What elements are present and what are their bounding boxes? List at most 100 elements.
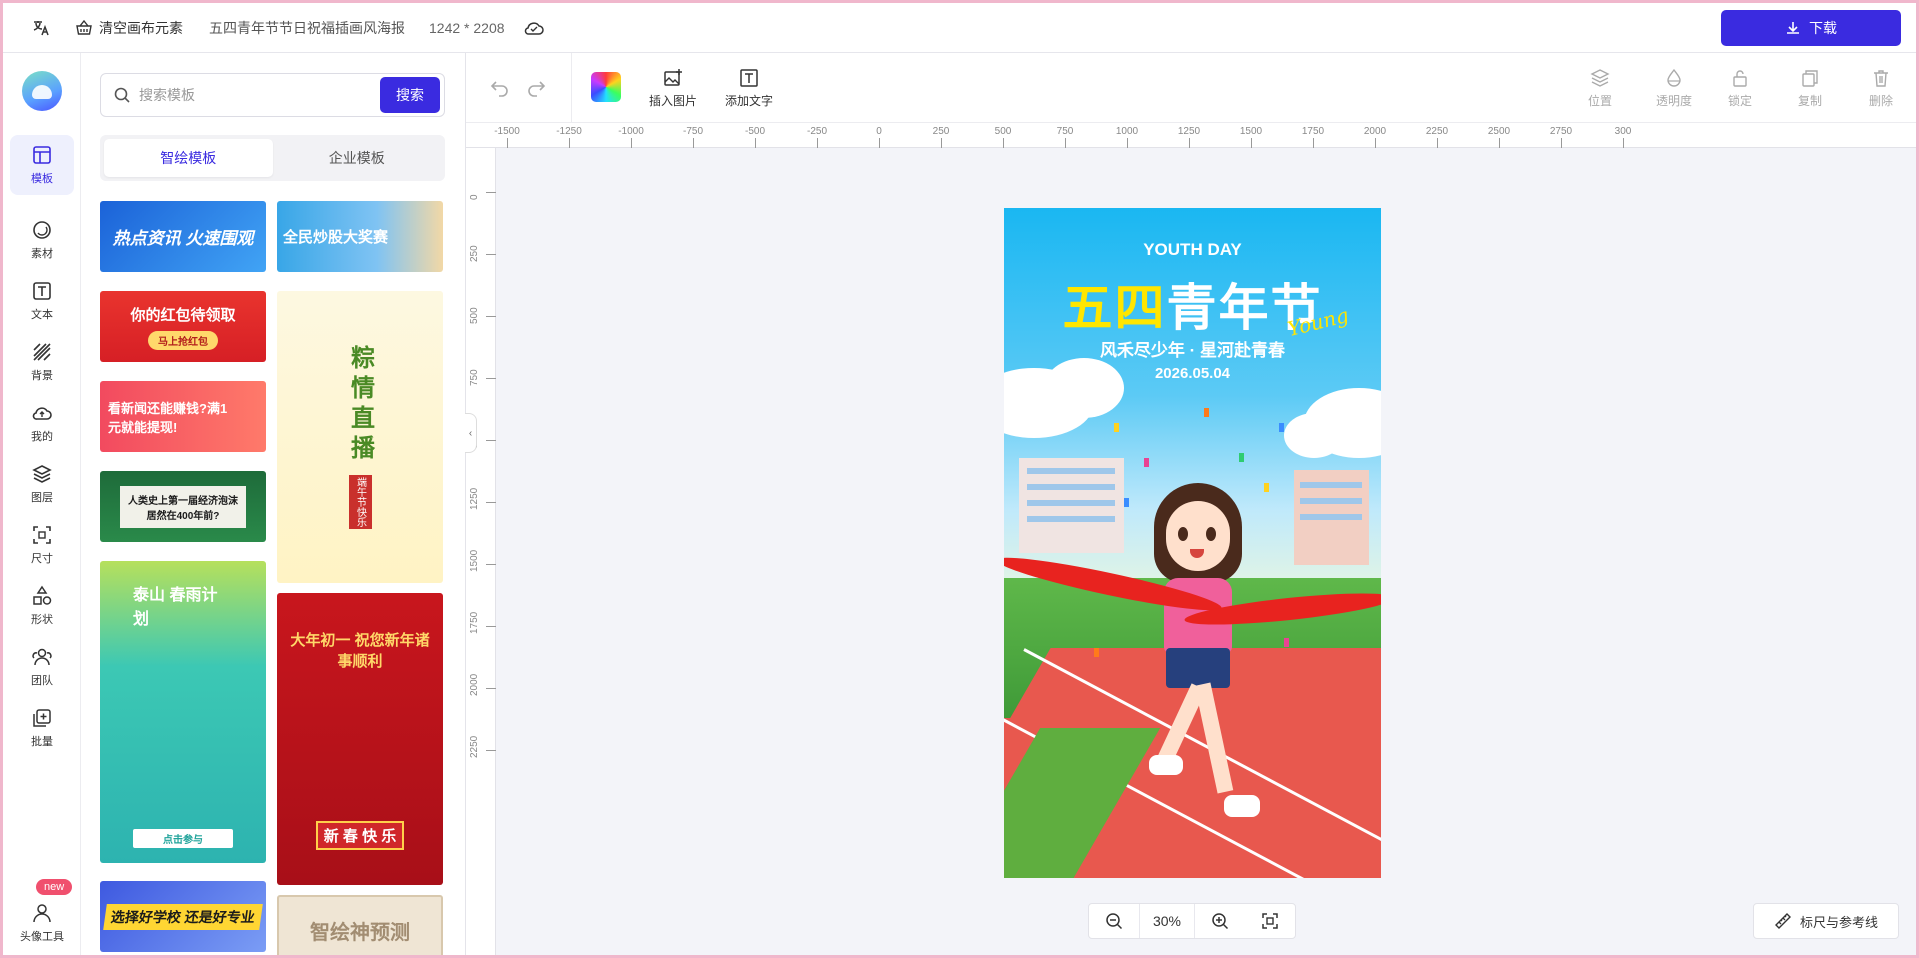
- template-card[interactable]: 热点资讯 火速围观: [100, 201, 266, 272]
- opacity-button[interactable]: 透明度: [1656, 68, 1692, 109]
- vertical-ruler[interactable]: 0250500750100012501500175020002250: [466, 148, 496, 955]
- nav-materials[interactable]: 素材: [10, 210, 74, 270]
- card-title: 选择好学校 还是好专业: [103, 903, 263, 930]
- template-card[interactable]: 选择好学校 还是好专业: [100, 881, 266, 952]
- editor-toolbar: 插入图片 添加文字 位置 透明度 锁定 复制 删除: [466, 53, 1916, 123]
- template-card[interactable]: 智绘神预测: [277, 895, 443, 955]
- app-logo[interactable]: [22, 71, 62, 111]
- template-card[interactable]: 你的红包待领取 马上抢红包: [100, 291, 266, 362]
- card-subtitle: 新 春 快 乐: [315, 820, 405, 850]
- nav-background[interactable]: 背景: [10, 332, 74, 392]
- zoom-level[interactable]: 30%: [1139, 904, 1195, 938]
- collapse-panel-toggle[interactable]: ‹: [465, 413, 477, 453]
- copy-icon: [1802, 70, 1818, 87]
- download-button[interactable]: 下载: [1721, 10, 1901, 46]
- template-card[interactable]: 看新闻还能赚钱?满1元就能提现!: [100, 381, 266, 452]
- confetti: [1264, 483, 1269, 492]
- color-picker-button[interactable]: [591, 72, 621, 102]
- nav-templates[interactable]: 模板: [10, 135, 74, 195]
- opacity-label: 透明度: [1656, 94, 1693, 108]
- ruler-h-label: 750: [1056, 126, 1074, 137]
- horizontal-ruler[interactable]: -1500 -1250 -1000 -750 -500 -250 0 250 500 750 100…: [466, 123, 1916, 148]
- zoom-in-icon: [1212, 913, 1229, 930]
- ruler-v-label: 750: [469, 369, 480, 386]
- building-windows: [1027, 468, 1115, 474]
- tab-enterprise-templates[interactable]: 企业模板: [273, 139, 442, 177]
- ruler-v-tick: [486, 564, 496, 565]
- ruler-h-tick: [941, 138, 942, 148]
- nav-team[interactable]: 团队: [10, 637, 74, 697]
- confetti: [1279, 423, 1284, 432]
- search-input[interactable]: [139, 87, 380, 103]
- delete-button[interactable]: 删除: [1869, 68, 1893, 109]
- cloud-upload-icon: [32, 407, 52, 420]
- translate-icon[interactable]: [31, 18, 51, 38]
- ruler-h-tick: [1127, 138, 1128, 148]
- team-icon: [32, 648, 52, 666]
- nav-batch[interactable]: 批量: [10, 698, 74, 758]
- redo-icon[interactable]: [526, 79, 546, 97]
- ruler-v-label: 500: [469, 307, 480, 324]
- lock-button[interactable]: 锁定: [1728, 68, 1752, 109]
- toolbar-divider: [571, 53, 572, 123]
- resize-icon: [33, 526, 51, 544]
- nav-shapes[interactable]: 形状: [10, 576, 74, 636]
- ruler-v-label: 2250: [469, 735, 480, 758]
- template-card[interactable]: 全民炒股大奖赛: [277, 201, 443, 272]
- search-button[interactable]: 搜索: [380, 77, 440, 113]
- shoe: [1224, 795, 1260, 817]
- insert-image-button[interactable]: 插入图片: [649, 68, 697, 109]
- ruler-v-tick: [486, 626, 496, 627]
- position-button[interactable]: 位置: [1588, 68, 1612, 109]
- template-card[interactable]: 泰山 春雨计划 点击参与: [100, 561, 266, 863]
- ruler-v-label: 1500: [469, 549, 480, 572]
- template-card[interactable]: 大年初一 祝您新年诸事顺利 新 春 快 乐: [277, 593, 443, 885]
- nav-layers[interactable]: 图层: [10, 454, 74, 514]
- template-card[interactable]: 粽情直播 端午节快乐: [277, 291, 443, 583]
- add-text-button[interactable]: 添加文字: [725, 68, 773, 109]
- poster-canvas[interactable]: YOUTH DAY 五四青年节 Young 风禾尽少年 · 星河赴青春 2026…: [1004, 208, 1381, 878]
- poster-subtitle[interactable]: 风禾尽少年 · 星河赴青春: [1004, 336, 1381, 361]
- template-card[interactable]: 人类史上第一届经济泡沫 居然在400年前?: [100, 471, 266, 542]
- cloud-shape: [1284, 413, 1344, 458]
- nav-label: 素材: [31, 248, 53, 260]
- ruler-guides-label: 标尺与参考线: [1799, 914, 1878, 930]
- shoe: [1149, 755, 1183, 775]
- card-title: 大年初一 祝您新年诸事顺利: [290, 631, 430, 670]
- ruler-h-tick: [507, 138, 508, 148]
- nav-size[interactable]: 尺寸: [10, 515, 74, 575]
- shape-circle-icon: [33, 221, 51, 239]
- ruler-icon: [1774, 913, 1791, 929]
- nav-text[interactable]: 文本: [10, 271, 74, 331]
- user-icon: [33, 904, 51, 923]
- copy-button[interactable]: 复制: [1798, 68, 1822, 109]
- poster-title-yellow: 五四: [1062, 280, 1167, 336]
- ruler-h-label: 2250: [1425, 126, 1449, 137]
- ruler-h-label: 500: [994, 126, 1012, 137]
- fit-screen-button[interactable]: [1245, 904, 1295, 938]
- runner-girl-illustration: [1144, 483, 1260, 843]
- nav-label: 背景: [31, 370, 53, 382]
- cloud-sync-icon[interactable]: [523, 19, 545, 37]
- drop-icon: [1667, 68, 1681, 87]
- nav-mine[interactable]: 我的: [10, 393, 74, 453]
- zoom-in-button[interactable]: [1195, 904, 1245, 938]
- poster-date[interactable]: 2026.05.04: [1004, 365, 1381, 382]
- nav-avatar-tool[interactable]: 头像工具: [10, 893, 74, 953]
- ruler-h-tick: [1003, 138, 1004, 148]
- canvas-area[interactable]: -1500 -1250 -1000 -750 -500 -250 0 250 500 750 100…: [465, 123, 1916, 955]
- ruler-h-label: -1250: [556, 126, 582, 137]
- undo-icon[interactable]: [490, 79, 510, 97]
- zoom-out-button[interactable]: [1089, 904, 1139, 938]
- building-windows: [1027, 516, 1115, 522]
- poster-youth-day[interactable]: YOUTH DAY: [1004, 240, 1381, 260]
- ruler-guides-button[interactable]: 标尺与参考线: [1753, 903, 1899, 939]
- tab-smart-templates[interactable]: 智绘模板: [104, 139, 273, 177]
- template-panel: 搜索 智绘模板 企业模板 热点资讯 火速围观 你的红包待领取 马上抢红包 看新闻…: [81, 53, 466, 955]
- eye: [1206, 527, 1216, 541]
- ruler-v-tick: [486, 502, 496, 503]
- ruler-h-tick: [1313, 138, 1314, 148]
- card-title: 你的红包待领取: [130, 306, 236, 324]
- insert-image-label: 插入图片: [649, 94, 698, 108]
- clear-canvas-button[interactable]: 清空画布元素: [75, 18, 183, 38]
